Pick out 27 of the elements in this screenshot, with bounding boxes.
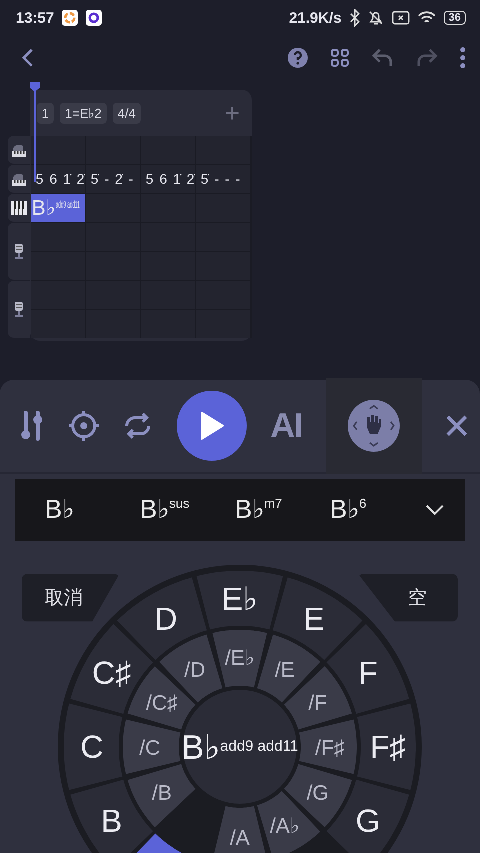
- ai-button[interactable]: AI: [270, 406, 303, 446]
- chord-option[interactable]: B♭: [45, 494, 74, 526]
- note-key[interactable]: F♯: [357, 703, 416, 790]
- cancel-button[interactable]: 取消: [22, 574, 120, 622]
- note-key[interactable]: C: [64, 703, 123, 790]
- time-signature-button[interactable]: 4/4: [112, 102, 141, 124]
- bass-note-key[interactable]: /C: [123, 719, 181, 774]
- bass-note-key[interactable]: /B: [128, 764, 196, 828]
- note-key[interactable]: E♭: [196, 570, 284, 630]
- note-key[interactable]: D: [117, 577, 208, 660]
- empty-button[interactable]: 空: [358, 574, 458, 622]
- battery-indicator: 36: [444, 11, 466, 25]
- notation-cell[interactable]: 5 6 1̇ 2̇: [30, 165, 85, 193]
- note-key[interactable]: G: [326, 780, 410, 853]
- note-key[interactable]: F: [326, 624, 410, 714]
- key-button[interactable]: 1=E♭2: [60, 102, 107, 124]
- bass-note-key[interactable]: /F♯: [299, 719, 357, 774]
- network-speed: 21.9K/s: [289, 10, 342, 26]
- note-key[interactable]: B: [70, 780, 154, 853]
- bass-note-key[interactable]: /E♭: [212, 630, 268, 688]
- notation-cell[interactable]: 5̇ - - -: [196, 165, 250, 193]
- notation-cell[interactable]: 5 6 1̇ 2̇: [140, 165, 195, 193]
- notation-cell[interactable]: 5̇ - 2̇ -: [86, 165, 140, 193]
- clock: 13:57: [16, 10, 54, 26]
- bar-number: 1: [36, 102, 54, 124]
- bass-note-key[interactable]: /A: [214, 806, 266, 853]
- note-key[interactable]: E: [272, 577, 363, 660]
